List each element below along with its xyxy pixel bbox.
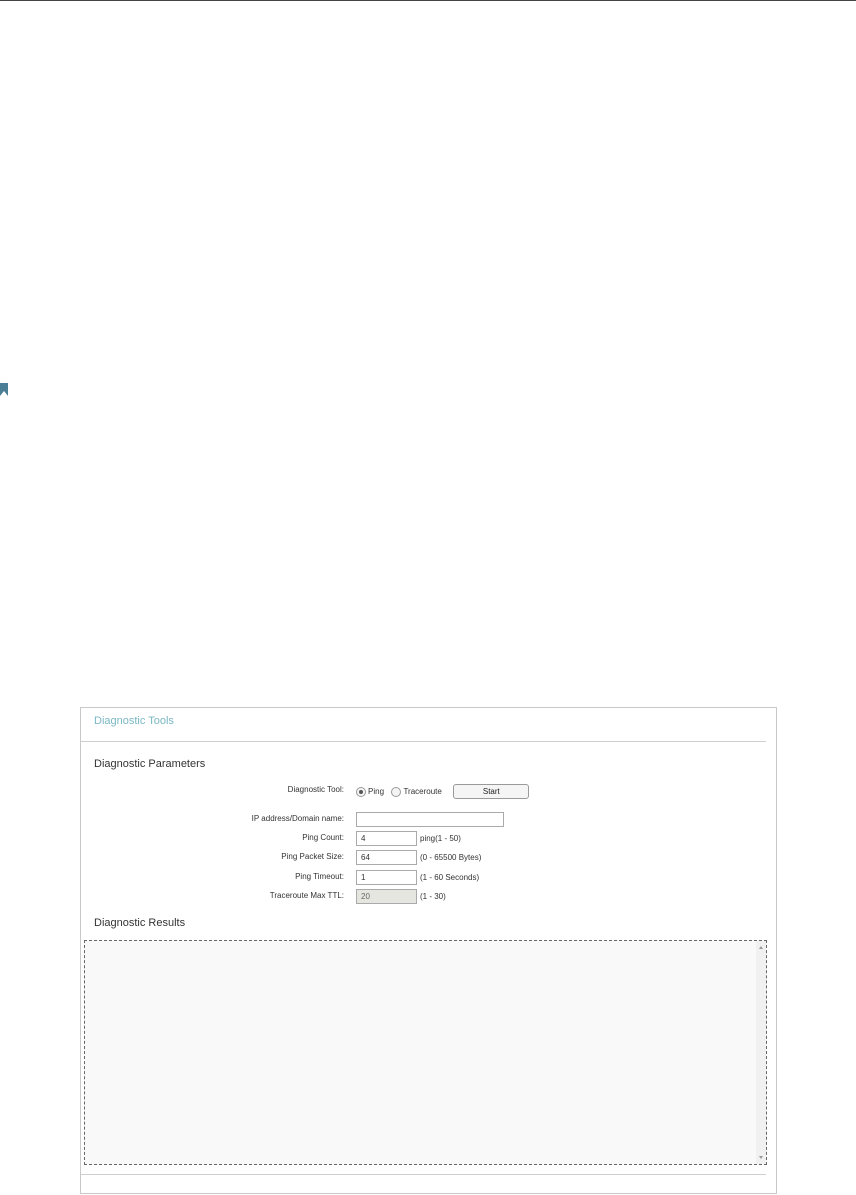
ping-radio[interactable] [356, 786, 366, 797]
ping-count-label: Ping Count: [302, 833, 344, 842]
results-scrollbar[interactable] [756, 941, 766, 1164]
ping-timeout-input[interactable]: 1 [356, 870, 417, 885]
ping-count-row: Ping Count: 4 ping(1 - 50) [81, 831, 761, 847]
ping-timeout-label: Ping Timeout: [295, 872, 344, 881]
page-top-rule [0, 0, 856, 1]
scroll-down-icon[interactable] [759, 1156, 763, 1159]
traceroute-radio[interactable] [391, 786, 402, 797]
ip-address-label: IP address/Domain name: [251, 814, 344, 823]
diagnostic-tool-label: Diagnostic Tool: [287, 785, 344, 794]
traceroute-ttl-row: Traceroute Max TTL: 20 (1 - 30) [81, 889, 761, 905]
ping-count-input[interactable]: 4 [356, 831, 417, 846]
parameters-section-title: Diagnostic Parameters [94, 758, 206, 770]
traceroute-ttl-label: Traceroute Max TTL: [269, 891, 344, 900]
ping-timeout-row: Ping Timeout: 1 (1 - 60 Seconds) [81, 870, 761, 886]
ip-address-input[interactable] [356, 812, 504, 827]
traceroute-ttl-hint: (1 - 30) [420, 892, 446, 901]
packet-size-input[interactable]: 64 [356, 850, 417, 865]
scroll-up-icon[interactable] [759, 946, 763, 949]
ip-address-row: IP address/Domain name: [81, 812, 761, 828]
diagnostic-tools-panel: Diagnostic Tools Diagnostic Parameters D… [80, 707, 777, 1194]
packet-size-hint: (0 - 65500 Bytes) [420, 853, 482, 862]
diagnostic-tool-row: Diagnostic Tool: Ping Traceroute Start [81, 783, 761, 801]
ping-radio-label[interactable]: Ping [368, 787, 384, 796]
traceroute-ttl-input: 20 [356, 889, 417, 904]
ping-timeout-hint: (1 - 60 Seconds) [420, 873, 480, 882]
traceroute-radio-label[interactable]: Traceroute [403, 787, 441, 796]
ping-count-hint: ping(1 - 50) [420, 834, 461, 843]
bottom-divider [81, 1174, 766, 1175]
results-section-title: Diagnostic Results [94, 917, 186, 929]
packet-size-row: Ping Packet Size: 64 (0 - 65500 Bytes) [81, 850, 761, 866]
diagnostic-results-textarea[interactable] [84, 940, 767, 1165]
title-divider [81, 741, 766, 742]
panel-title: Diagnostic Tools [94, 715, 174, 727]
bookmark-icon [0, 383, 8, 396]
diagnostic-tool-control: Ping Traceroute Start [356, 783, 530, 801]
packet-size-label: Ping Packet Size: [281, 852, 344, 861]
start-button[interactable]: Start [453, 784, 530, 800]
